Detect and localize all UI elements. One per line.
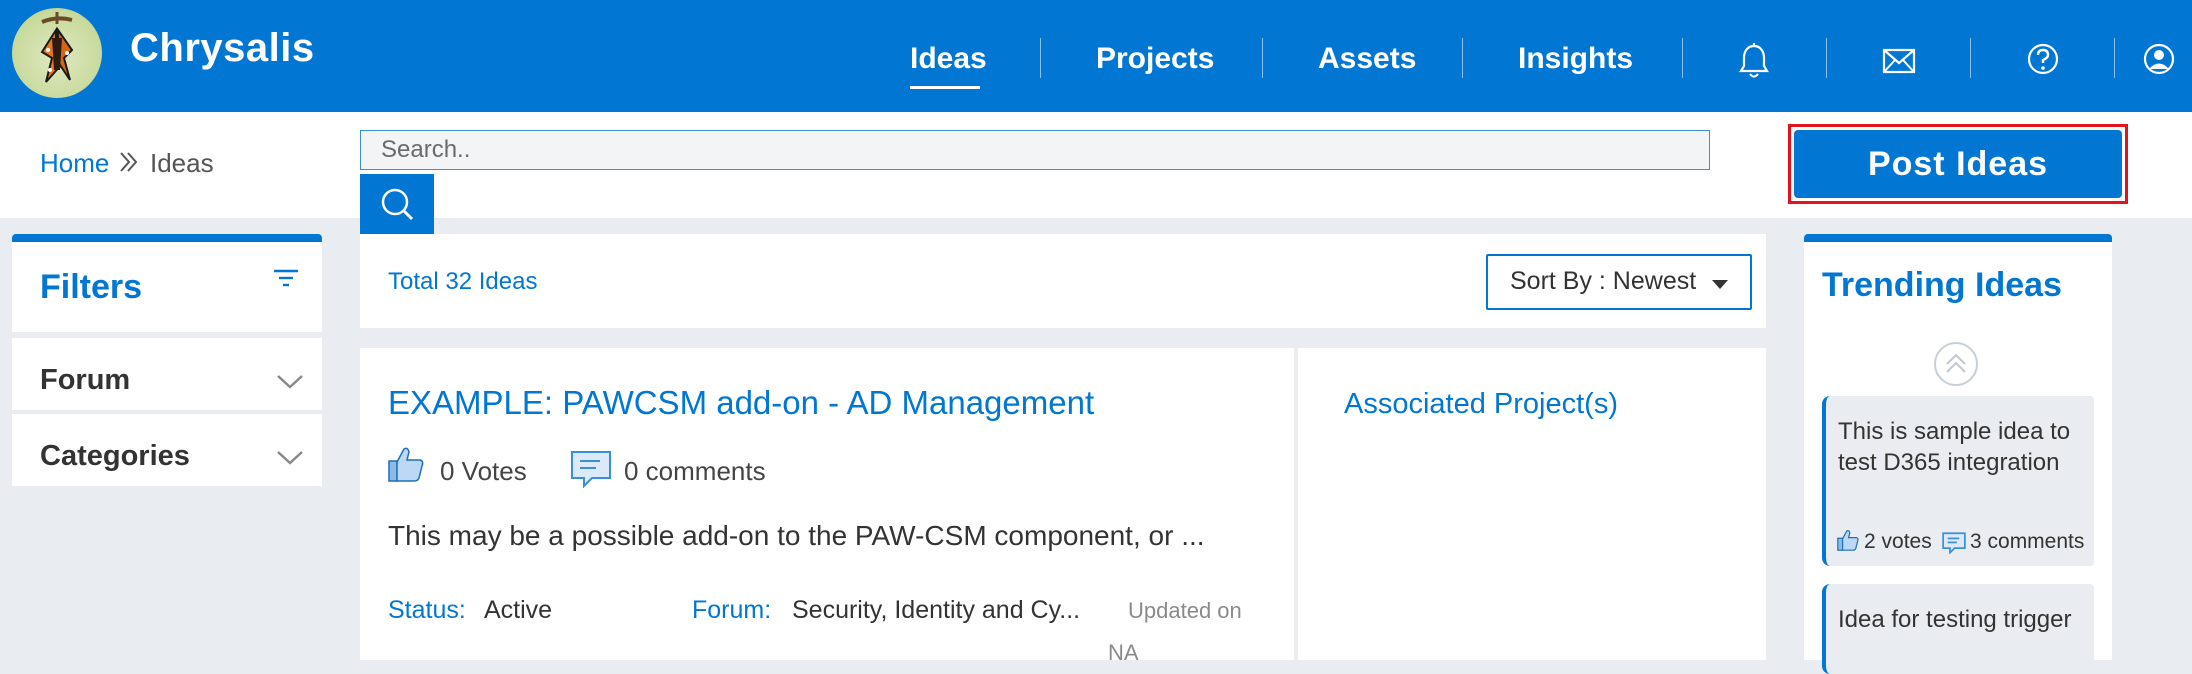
chevron-down-icon[interactable] xyxy=(276,450,304,471)
filters-accent xyxy=(12,234,322,242)
mail-icon[interactable] xyxy=(1882,48,1916,79)
status-value: Active xyxy=(484,596,553,624)
nav-divider xyxy=(1262,38,1263,78)
nav-active-indicator xyxy=(910,86,980,89)
status-label: Status: xyxy=(388,596,466,624)
breadcrumb-current: Ideas xyxy=(150,148,214,178)
bell-icon[interactable] xyxy=(1738,42,1770,85)
idea-comments: 0 comments xyxy=(624,456,766,486)
nav-assets[interactable]: Assets xyxy=(1318,42,1416,76)
nav-ideas[interactable]: Ideas xyxy=(910,42,987,76)
nav-insights[interactable]: Insights xyxy=(1518,42,1633,76)
app-name: Chrysalis xyxy=(130,26,315,70)
trending-item-text: This is sample idea to test D365 integra… xyxy=(1838,418,2071,476)
nav-divider xyxy=(1970,38,1971,78)
chevron-down-icon[interactable] xyxy=(276,374,304,395)
scroll-up-button[interactable] xyxy=(1934,342,1978,386)
nav-divider xyxy=(1682,38,1683,78)
trending-title: Trending Ideas xyxy=(1822,266,2062,304)
search-input[interactable] xyxy=(360,130,1710,170)
trending-item-votes: 2 votes xyxy=(1864,530,1932,553)
top-header: Chrysalis Ideas Projects Assets Insights xyxy=(0,0,2192,112)
idea-votes: 0 Votes xyxy=(440,456,527,486)
comment-icon xyxy=(1942,532,1966,559)
breadcrumb-home[interactable]: Home xyxy=(40,148,109,179)
post-ideas-button[interactable]: Post Ideas xyxy=(1794,130,2122,198)
caret-down-icon xyxy=(1712,280,1728,289)
search-button[interactable] xyxy=(360,174,434,236)
app-logo[interactable] xyxy=(12,8,102,98)
forum-label: Forum: xyxy=(692,596,772,624)
trending-accent xyxy=(1804,234,2112,242)
idea-title[interactable]: EXAMPLE: PAWCSM add-on - AD Management xyxy=(388,384,1094,422)
associated-projects-title: Associated Project(s) xyxy=(1344,388,1618,420)
nav-divider xyxy=(1462,38,1463,78)
total-ideas-count: Total 32 Ideas xyxy=(388,268,538,295)
search-icon xyxy=(381,188,414,221)
forum-value: Security, Identity and Cy... xyxy=(792,596,1081,624)
comment-icon[interactable] xyxy=(570,450,612,493)
updated-label: Updated on xyxy=(1128,598,1242,623)
filter-forum-label: Forum xyxy=(40,364,131,396)
filter-categories-label: Categories xyxy=(40,440,190,472)
double-chevron-up-icon xyxy=(1946,353,1966,373)
thumbs-up-icon xyxy=(1836,528,1860,557)
help-icon[interactable] xyxy=(2026,42,2060,81)
filters-title: Filters xyxy=(40,268,143,306)
idea-description: This may be a possible add-on to the PAW… xyxy=(388,520,1205,551)
sort-dropdown-label: Sort By : Newest xyxy=(1510,267,1697,295)
nav-projects[interactable]: Projects xyxy=(1096,42,1214,76)
updated-value: NA xyxy=(1108,640,1139,665)
nav-divider xyxy=(2114,38,2115,78)
nav-divider xyxy=(1826,38,1827,78)
trending-item-text: Idea for testing trigger xyxy=(1838,606,2072,633)
thumbs-up-icon[interactable] xyxy=(386,444,426,489)
double-chevron-right-icon xyxy=(118,150,140,179)
nav-divider xyxy=(1040,38,1041,78)
filter-icon[interactable] xyxy=(272,268,300,295)
user-icon[interactable] xyxy=(2142,42,2176,81)
trending-item-comments: 3 comments xyxy=(1970,530,2085,553)
